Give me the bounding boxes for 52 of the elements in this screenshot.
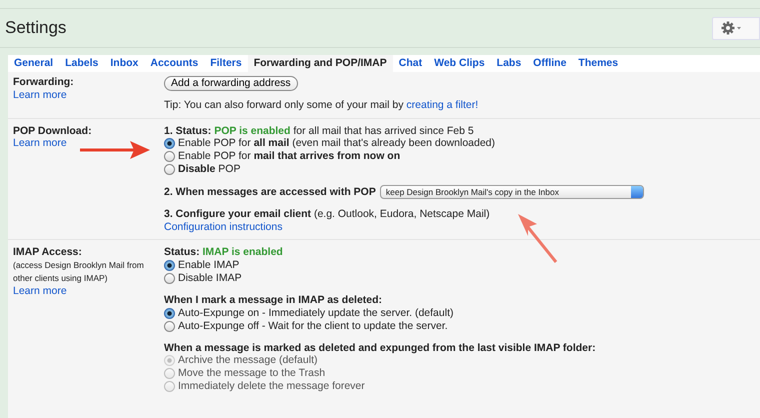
configuration-link[interactable]: Configuration instructions — [164, 220, 282, 233]
tab[interactable]: Offline — [527, 55, 572, 72]
annotation-arrow — [518, 214, 558, 263]
filter-link[interactable]: creating a filter! — [406, 99, 478, 111]
option-label: Enable IMAP — [178, 258, 240, 272]
learn-more-link[interactable]: Learn more — [13, 137, 67, 150]
option-label: Archive the message (default) — [178, 354, 318, 368]
radio-button[interactable] — [164, 164, 175, 176]
dropdown-arrows-icon — [630, 186, 643, 198]
tip-text: Tip: You can also forward only some of your mail by creating a filter! — [164, 99, 480, 112]
status-text: Status: IMAP is enabled — [164, 246, 284, 259]
option-label: Auto-Expunge on - Immediately update the server. (default) — [178, 306, 454, 320]
option-label: Move the message to the Trash — [178, 367, 326, 380]
tab[interactable]: Chat — [392, 55, 428, 72]
group-heading: When a message is marked as deleted and expunged from the last visible IMAP folder: — [164, 342, 597, 354]
radio-button[interactable] — [164, 151, 175, 162]
tab[interactable]: Forwarding and POP/IMAP — [248, 55, 393, 72]
section-note: (access Design Brooklyn Mail from other clients using IMAP) — [13, 258, 145, 285]
radio-button[interactable] — [164, 320, 175, 332]
tab[interactable]: Labs — [490, 55, 528, 72]
add-forwarding-button[interactable]: Add a forwarding address — [164, 76, 298, 91]
tab[interactable]: Web Clips — [428, 55, 491, 72]
option-label: Enable POP for mail that arrives from now on — [178, 150, 400, 164]
section-label: IMAP Access: — [13, 246, 83, 259]
option-label: Enable POP for all mail (even mail that's already been downloaded) — [178, 137, 496, 150]
learn-more-link[interactable]: Learn more — [13, 284, 67, 297]
configure-text: 3. Configure your email client (e.g. Outlook, Eudora, Netscape Mail) — [164, 208, 491, 221]
page-title: Settings — [4, 18, 66, 38]
radio-button[interactable] — [164, 138, 175, 150]
section-label: POP Download: — [13, 124, 93, 138]
pop-action-dropdown[interactable]: keep Design Brooklyn Mail's copy in the Inbox — [380, 185, 644, 200]
tab[interactable]: Labels — [59, 55, 104, 72]
radio-button[interactable] — [164, 308, 175, 319]
settings-icon — [721, 21, 742, 35]
access-label: 2. When messages are accessed with POP — [164, 186, 376, 198]
option-label: Disable POP — [178, 163, 240, 176]
radio-button[interactable] — [164, 272, 175, 284]
tab[interactable]: Accounts — [144, 55, 204, 72]
learn-more-link[interactable]: Learn more — [13, 88, 67, 101]
settings-button[interactable] — [712, 16, 760, 40]
tab[interactable]: Filters — [204, 55, 248, 72]
radio-button[interactable] — [164, 260, 175, 271]
annotation-arrow — [80, 141, 150, 159]
group-heading: When I mark a message in IMAP as deleted: — [164, 294, 384, 307]
section-label: Forwarding: — [13, 76, 75, 89]
status-text: 1. Status: POP is enabled for all mail that has arrived since Feb 5 — [164, 124, 475, 138]
option-label: Auto-Expunge off - Wait for the client to update the server. — [178, 320, 448, 333]
tab[interactable]: General — [8, 55, 60, 72]
option-label: Immediately delete the message forever — [178, 380, 365, 394]
tab[interactable]: Inbox — [104, 55, 144, 72]
tab[interactable]: Themes — [572, 55, 624, 72]
option-label: Disable IMAP — [178, 272, 242, 285]
